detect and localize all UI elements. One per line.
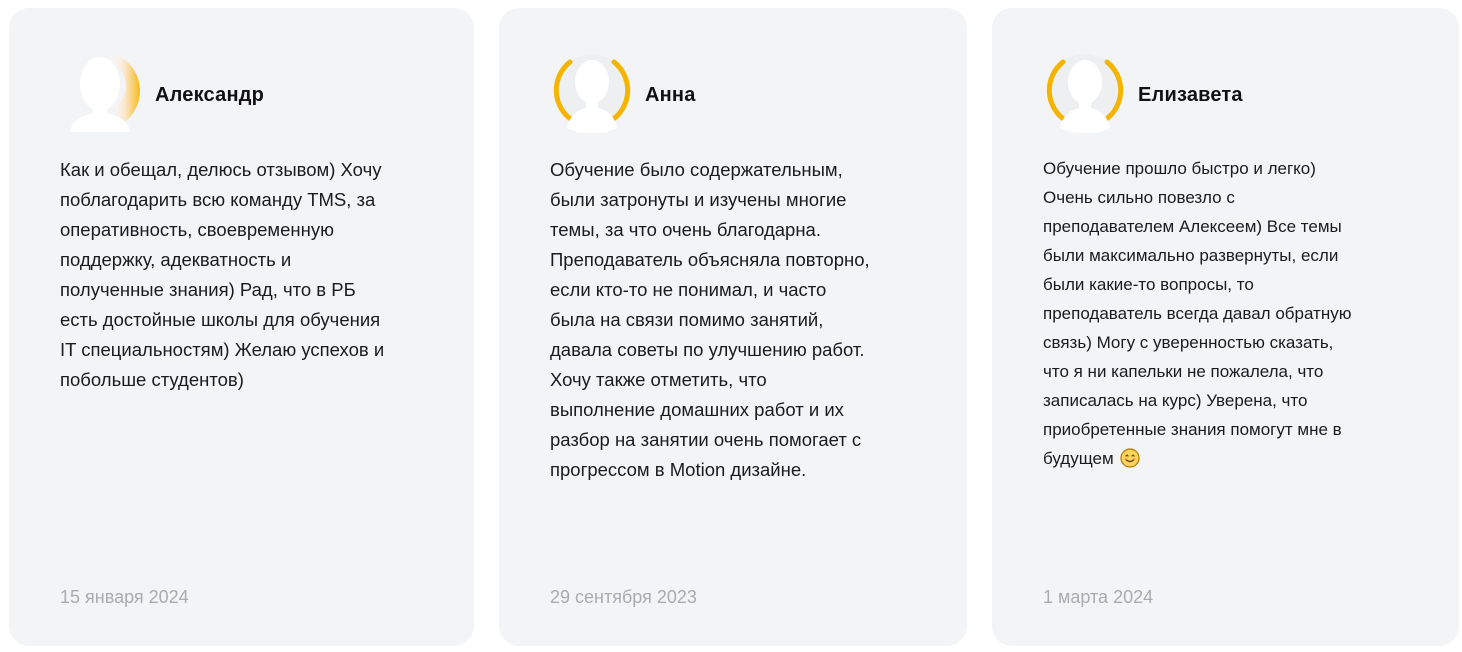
avatar [60,48,145,133]
review-date: 1 марта 2024 [1043,587,1154,607]
author-name: Александр [155,84,265,106]
review-card: Александр Как и обещал, делюсь отзывом) … [9,8,474,646]
avatar [550,48,635,133]
user-avatar-icon [1046,54,1124,133]
review-date: 15 января 2024 [60,587,189,607]
author-name: Анна [645,84,696,106]
review-text: Как и обещал, делюсь отзывом) Хочу побла… [60,159,385,390]
author-name: Елизавета [1138,84,1243,106]
review-card: Елизавета Обучение прошло быстро и легко… [992,8,1459,646]
review-text: Обучение прошло быстро и легко) Очень си… [1043,154,1351,473]
review-text: Обучение было содержательным, были затро… [550,159,870,480]
user-avatar-icon [70,52,141,132]
avatar [1043,48,1128,133]
review-date: 29 сентября 2023 [550,587,697,607]
review-card: Анна Обучение было содержательным, были … [499,8,967,646]
review-text-body: Обучение прошло быстро и легко) Очень си… [1043,159,1352,468]
user-avatar-icon [553,54,631,133]
smiling-face-icon [1120,448,1140,468]
reviews-section: Александр Как и обещал, делюсь отзывом) … [0,0,1462,652]
